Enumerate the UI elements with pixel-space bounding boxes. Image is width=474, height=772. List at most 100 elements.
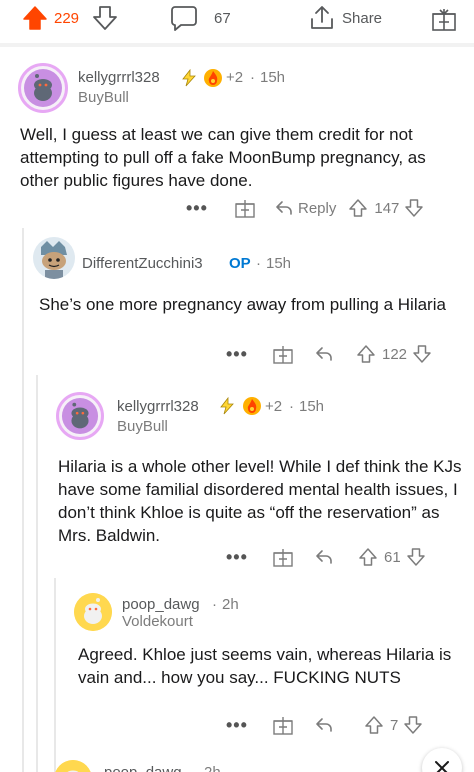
reply-button[interactable]	[314, 715, 364, 735]
comment-username[interactable]: DifferentZucchini3	[82, 255, 203, 272]
lightning-award-icon	[220, 397, 234, 415]
separator-dot: ·	[289, 398, 294, 415]
share-icon	[311, 6, 333, 29]
gift-award-icon	[273, 717, 293, 735]
comment-actions: ••• 7	[226, 714, 423, 736]
upvote-arrow-icon	[23, 6, 47, 30]
comment-score: 147	[374, 199, 400, 217]
comment-body: Well, I guess at least we can give them …	[20, 125, 426, 190]
comment-age: 15h	[299, 398, 325, 415]
give-award-button[interactable]	[272, 343, 314, 365]
reply-arrow-icon	[316, 347, 332, 361]
user-flair: Voldekourt	[122, 613, 193, 630]
comment-actions: ••• 122	[226, 343, 432, 365]
snoo-avatar-icon	[24, 69, 62, 107]
comment-downvote-button[interactable]	[406, 547, 426, 567]
avatar[interactable]	[33, 237, 75, 279]
avatar[interactable]	[56, 392, 104, 440]
gift-award-icon	[235, 200, 255, 218]
comment-age: 15h	[260, 69, 286, 86]
comment-downvote-button[interactable]	[412, 344, 432, 364]
share-button[interactable]	[308, 4, 336, 32]
reply-button[interactable]	[314, 547, 358, 567]
comment-username[interactable]: poop_dawg	[104, 764, 182, 772]
downvote-button[interactable]	[92, 5, 118, 31]
share-label[interactable]: Share	[342, 10, 382, 27]
post-score: 229	[54, 10, 80, 27]
gift-award-icon	[273, 346, 293, 364]
award-count: +2	[265, 398, 283, 415]
comment-username[interactable]: poop_dawg	[122, 596, 200, 613]
upvote-button[interactable]	[22, 5, 48, 31]
comment-body: She’s one more pregnancy away from pulli…	[39, 295, 446, 314]
divider	[0, 43, 474, 47]
comment-age: 2h	[204, 764, 221, 772]
reply-arrow-icon	[316, 550, 332, 564]
comment-downvote-button[interactable]	[403, 715, 423, 735]
comment-actions: ••• Reply 147	[186, 197, 424, 219]
reply-arrow-icon	[316, 718, 332, 732]
gift-award-icon	[273, 549, 293, 567]
comment-upvote-button[interactable]	[358, 547, 378, 567]
award-button[interactable]	[430, 5, 458, 33]
user-flair: BuyBull	[78, 89, 129, 106]
separator-dot: ·	[212, 596, 217, 613]
reply-arrow-icon	[276, 201, 292, 215]
thread-line[interactable]	[22, 228, 24, 772]
avatar[interactable]	[74, 593, 112, 631]
give-award-button[interactable]	[234, 197, 274, 219]
more-options-button[interactable]: •••	[226, 547, 272, 568]
give-award-button[interactable]	[272, 546, 314, 568]
comment-username[interactable]: kellygrrrl328	[78, 69, 160, 86]
snoo-avatar-icon	[55, 760, 91, 772]
close-icon	[435, 761, 449, 772]
op-badge: OP	[229, 255, 251, 272]
downvote-arrow-icon	[406, 548, 425, 566]
fire-award-icon	[243, 397, 261, 415]
separator-dot: ·	[256, 255, 261, 272]
user-flair: BuyBull	[117, 418, 168, 435]
upvote-arrow-icon	[359, 548, 377, 566]
comment-score: 7	[390, 716, 399, 734]
close-button[interactable]	[422, 748, 462, 772]
downvote-arrow-icon	[93, 6, 117, 30]
more-options-button[interactable]: •••	[186, 198, 234, 219]
avatar[interactable]	[18, 63, 68, 113]
chat-bubble-icon	[171, 6, 197, 31]
fire-award-icon	[204, 69, 222, 87]
snoo-avatar-icon	[61, 397, 99, 435]
downvote-arrow-icon	[405, 199, 424, 217]
comment-actions: ••• 61	[226, 546, 426, 568]
comment-score: 61	[384, 548, 401, 566]
upvote-arrow-icon	[365, 716, 383, 734]
comment-age: 2h	[222, 596, 239, 613]
comment-downvote-button[interactable]	[404, 198, 424, 218]
post-action-bar: 229 67 Share	[0, 0, 474, 40]
thread-line[interactable]	[54, 578, 56, 772]
comment-upvote-button[interactable]	[364, 715, 384, 735]
comment-score: 122	[382, 345, 408, 363]
comment-upvote-button[interactable]	[356, 344, 376, 364]
award-count: +2	[226, 69, 244, 86]
comment-body: Hilaria is a whole other level! While I …	[58, 457, 462, 545]
more-options-button[interactable]: •••	[226, 344, 272, 365]
comment-username[interactable]: kellygrrrl328	[117, 398, 199, 415]
thread-line[interactable]	[36, 375, 38, 772]
separator-dot: ·	[194, 764, 199, 772]
reply-button[interactable]	[314, 344, 356, 364]
reply-label[interactable]: Reply	[298, 200, 336, 217]
gift-award-icon	[432, 9, 456, 31]
reply-button[interactable]: Reply	[274, 198, 348, 218]
comment-body: Agreed. Khloe just seems vain, whereas H…	[78, 645, 452, 687]
avatar[interactable]	[54, 760, 92, 772]
snoo-avatar-icon	[74, 593, 112, 631]
comments-button[interactable]	[170, 4, 198, 32]
downvote-arrow-icon	[404, 716, 423, 734]
snoo-avatar-icon	[33, 237, 75, 279]
downvote-arrow-icon	[413, 345, 431, 363]
give-award-button[interactable]	[272, 714, 314, 736]
more-options-button[interactable]: •••	[226, 715, 272, 736]
comment-upvote-button[interactable]	[348, 198, 368, 218]
separator-dot: ·	[250, 69, 255, 86]
upvote-arrow-icon	[349, 199, 368, 217]
